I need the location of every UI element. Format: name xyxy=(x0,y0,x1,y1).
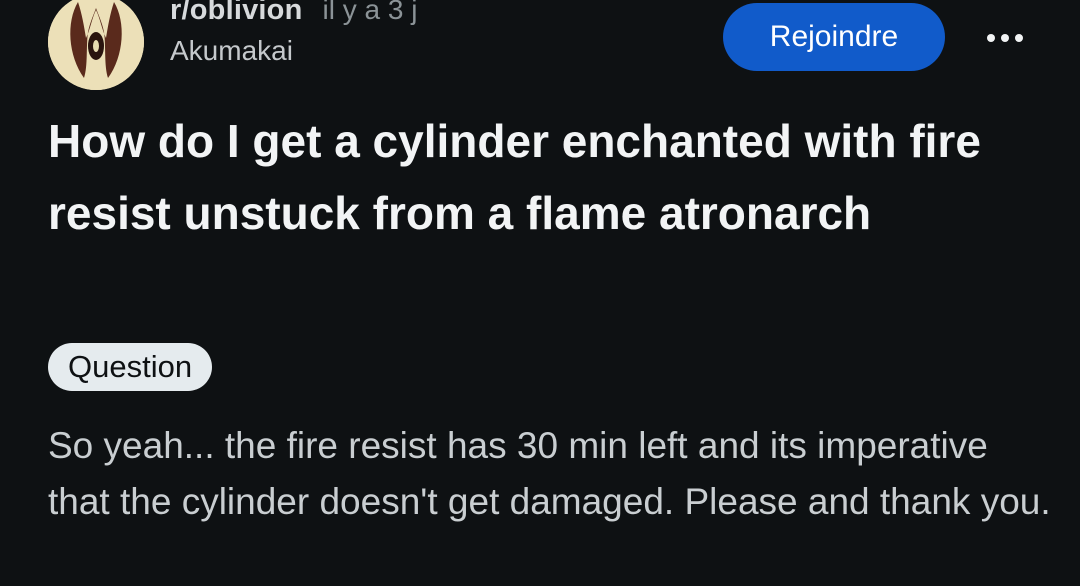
subreddit-name[interactable]: r/oblivion xyxy=(170,0,303,27)
oblivion-sigil-icon xyxy=(48,0,144,90)
join-button[interactable]: Rejoindre xyxy=(723,3,945,71)
post-flair[interactable]: Question xyxy=(48,343,213,391)
post-meta: r/oblivion il y a 3 j Akumakai xyxy=(170,0,417,67)
more-horizontal-icon xyxy=(987,34,1023,42)
post-body: So yeah... the fire resist has 30 min le… xyxy=(48,425,1051,522)
more-options-button[interactable] xyxy=(980,18,1030,58)
author-name[interactable]: Akumakai xyxy=(170,35,417,67)
post-timestamp: il y a 3 j xyxy=(322,0,418,25)
post-card: r/oblivion il y a 3 j Akumakai Rejoindre… xyxy=(0,0,1080,586)
post-title[interactable]: How do I get a cylinder enchanted with f… xyxy=(48,105,1038,249)
subreddit-avatar[interactable] xyxy=(48,0,144,90)
meta-top-row: r/oblivion il y a 3 j xyxy=(170,0,417,27)
